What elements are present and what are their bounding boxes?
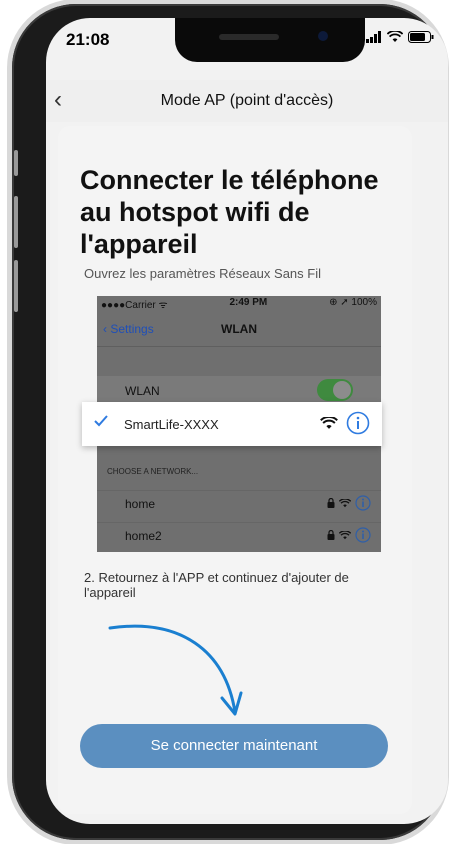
- screenshot-battery: ⊕ ➚ 100%: [329, 297, 377, 308]
- wifi-icon: [387, 31, 403, 42]
- screenshot-divider: [97, 346, 381, 347]
- screenshot-network-row: home2: [97, 522, 381, 549]
- screenshot-time: 2:49 PM: [229, 297, 268, 308]
- status-time: 21:08: [66, 30, 110, 49]
- wifi-icon: [339, 530, 351, 539]
- screenshot-network-name: home: [125, 497, 156, 511]
- selected-network-row: SmartLife-XXXX: [82, 402, 382, 446]
- step2-text: 2. Retournez à l'APP et continuez d'ajou…: [84, 570, 349, 600]
- signal-icon: [366, 31, 381, 43]
- side-button-volume-down: [14, 260, 18, 312]
- selected-network-name: SmartLife-XXXX: [124, 417, 219, 432]
- screenshot-wlan-label: WLAN: [125, 384, 160, 398]
- step1-text: Ouvrez les paramètres Réseaux Sans Fil: [84, 266, 321, 281]
- screenshot-status-bar: ●●●●Carrier ᯤ 2:49 PM ⊕ ➚ 100%: [101, 297, 377, 311]
- screenshot-wlan-toggle: [317, 379, 353, 401]
- info-icon: [355, 527, 371, 543]
- side-button-volume-up: [14, 196, 18, 248]
- side-button-silent: [14, 150, 18, 176]
- info-icon: [346, 411, 370, 435]
- notch: [175, 18, 365, 62]
- screenshot-carrier: ●●●●Carrier ᯤ: [101, 300, 168, 311]
- wifi-icon: [320, 416, 338, 429]
- screenshot-title: WLAN: [221, 322, 257, 336]
- screenshot-choose-network: CHOOSE A NETWORK...: [107, 467, 199, 476]
- screenshot-network-row: home: [97, 490, 381, 517]
- screenshot-network-name: home2: [125, 529, 162, 543]
- instruction-heading: Connecter le téléphone au hotspot wifi d…: [80, 165, 379, 259]
- connect-now-button[interactable]: Se connecter maintenant: [80, 724, 388, 768]
- status-icons: [366, 31, 434, 43]
- curved-arrow-icon: [108, 624, 243, 716]
- lock-icon: [327, 530, 335, 540]
- front-camera: [318, 31, 328, 41]
- page-title: Mode AP (point d'accès): [160, 92, 334, 109]
- lock-icon: [327, 498, 335, 508]
- wifi-icon: [339, 498, 351, 507]
- info-icon: [355, 495, 371, 511]
- checkmark-icon: [94, 415, 108, 427]
- nav-bar: ‹ Mode AP (point d'accès): [46, 80, 448, 122]
- battery-icon: [408, 31, 434, 43]
- speaker: [219, 34, 279, 40]
